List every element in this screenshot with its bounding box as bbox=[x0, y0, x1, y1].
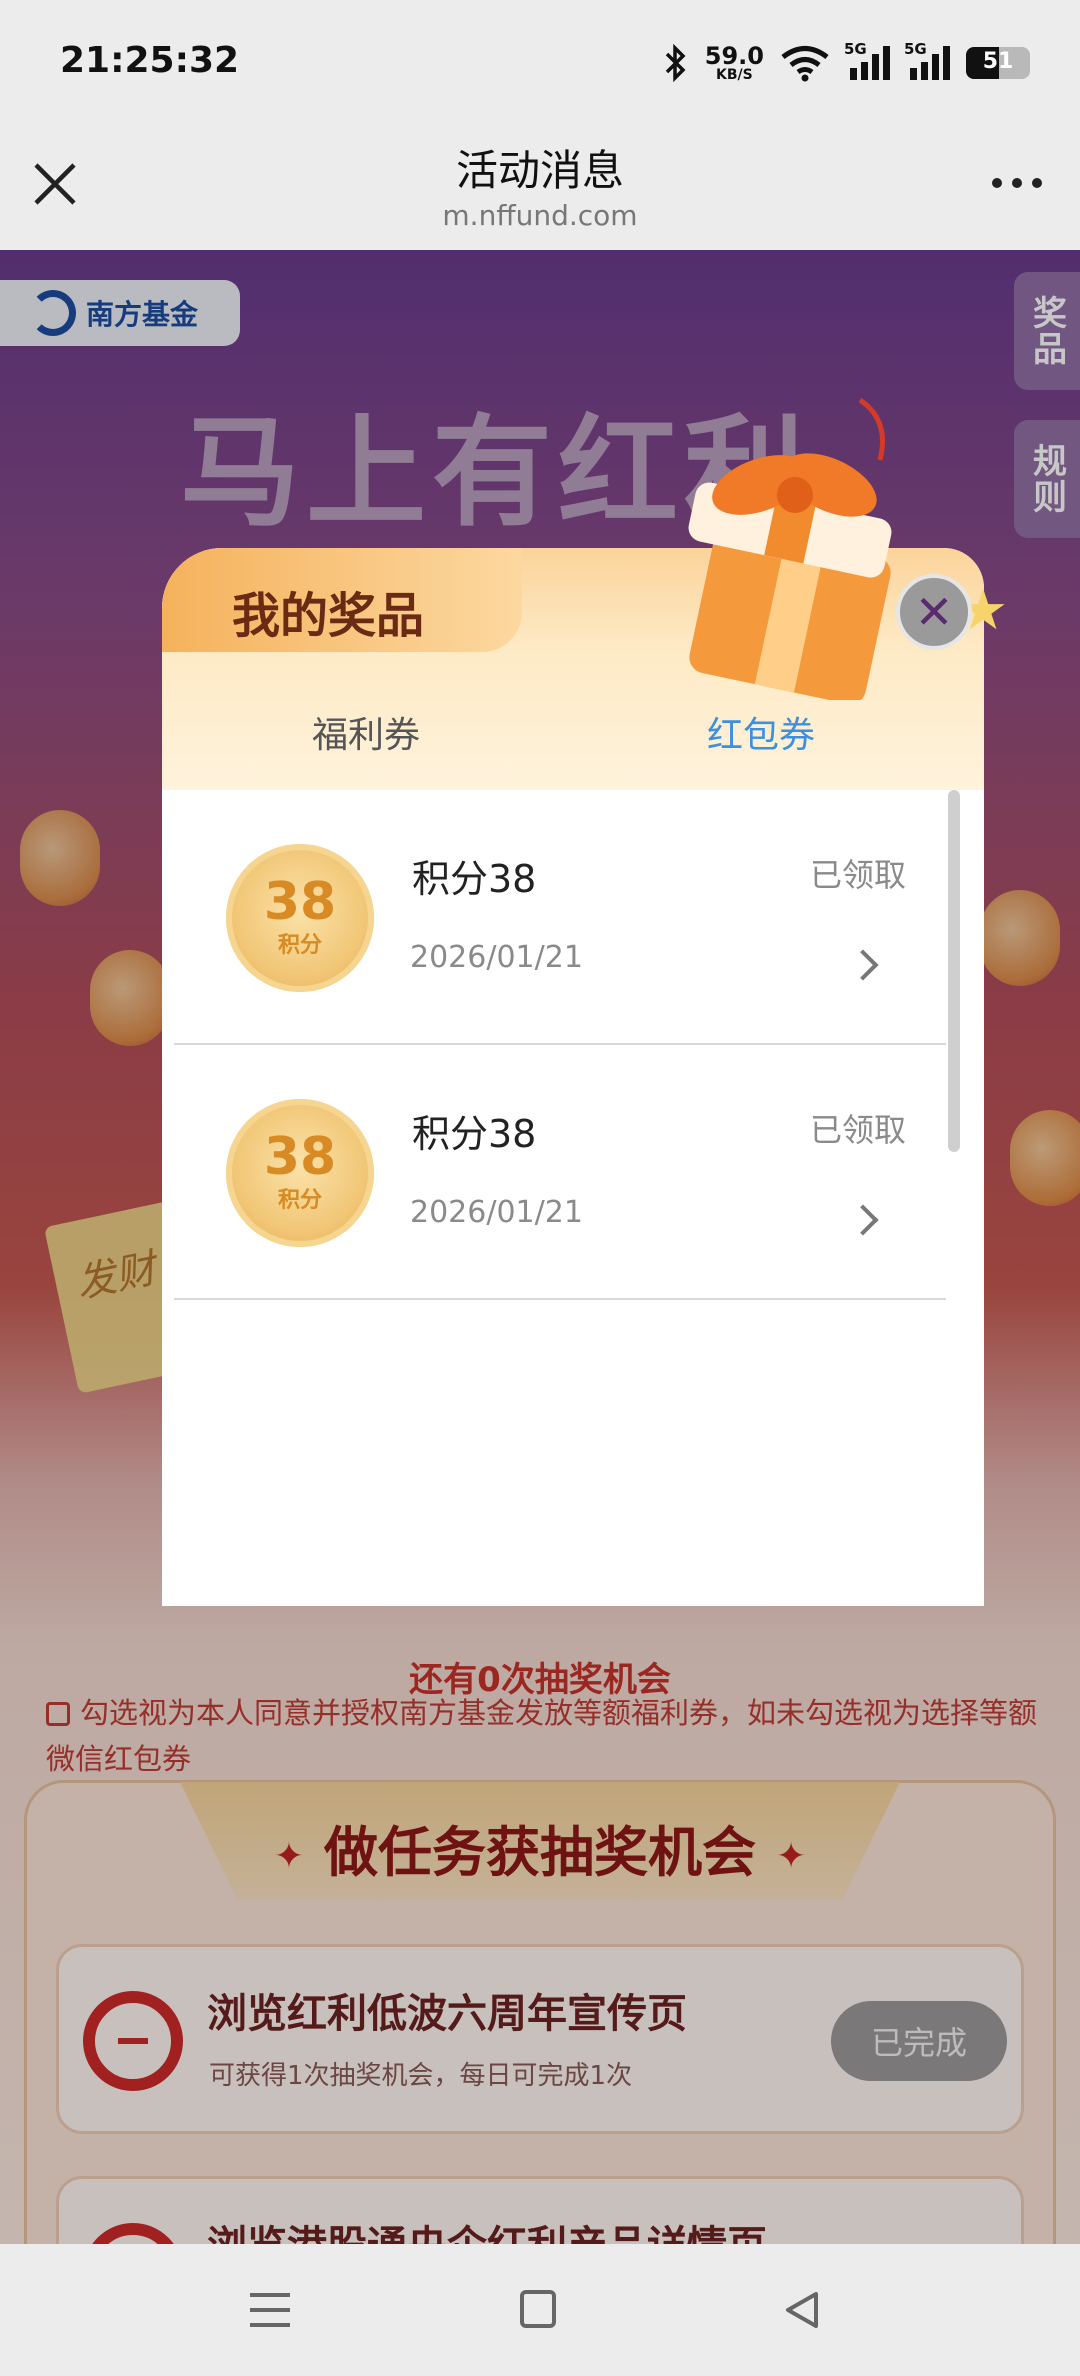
my-prizes-modal: 我的奖品 福利券 红包券 38 积分 积分38 2026/01/21 已领取 3… bbox=[162, 548, 984, 1606]
menu-icon[interactable] bbox=[250, 2290, 290, 2330]
bluetooth-icon bbox=[665, 44, 686, 82]
clock: 21:25:32 bbox=[60, 40, 240, 81]
page-title: 活动消息 bbox=[455, 146, 624, 195]
page-url: m.nffund.com bbox=[442, 199, 638, 232]
gift-box-icon bbox=[688, 397, 892, 700]
prize-date: 2026/01/21 bbox=[410, 1195, 583, 1230]
more-options-icon[interactable] bbox=[984, 165, 1050, 201]
status-icons: 59.0 KB/S 5G 5G 51 bbox=[663, 38, 1030, 88]
chevron-right-icon[interactable] bbox=[847, 949, 879, 981]
prize-date: 2026/01/21 bbox=[410, 940, 583, 975]
chevron-right-icon[interactable] bbox=[847, 1204, 879, 1236]
close-icon: ✕ bbox=[914, 585, 954, 639]
modal-title: 我的奖品 bbox=[232, 588, 425, 644]
list-item[interactable]: 38 积分 积分38 2026/01/21 已领取 bbox=[174, 790, 946, 1045]
signal-icon-sim2: 5G bbox=[904, 40, 950, 80]
prize-list: 38 积分 积分38 2026/01/21 已领取 38 积分 积分38 202… bbox=[174, 790, 946, 1300]
wifi-icon bbox=[781, 46, 829, 82]
prize-name: 积分38 bbox=[412, 1112, 537, 1156]
points-coin-icon: 38 积分 bbox=[226, 844, 374, 992]
home-icon[interactable] bbox=[520, 2290, 556, 2328]
prize-status: 已领取 bbox=[809, 1111, 906, 1149]
signal-icon-sim1: 5G bbox=[844, 40, 890, 80]
browser-title-bar: 活动消息 m.nffund.com bbox=[0, 125, 1080, 250]
battery-icon: 51 bbox=[966, 47, 1030, 79]
prize-status: 已领取 bbox=[809, 856, 906, 894]
status-bar: 21:25:32 59.0 KB/S 5G 5G 51 bbox=[0, 0, 1080, 125]
tab-welfare-coupon[interactable]: 福利券 bbox=[312, 706, 420, 758]
prize-name: 积分38 bbox=[412, 857, 537, 901]
system-nav-bar bbox=[0, 2244, 1080, 2376]
points-coin-icon: 38 积分 bbox=[226, 1099, 374, 1247]
list-scrollbar[interactable] bbox=[948, 790, 960, 1152]
back-icon[interactable] bbox=[780, 2288, 824, 2332]
modal-close-button[interactable]: ✕ bbox=[896, 574, 972, 650]
tab-red-packet-coupon[interactable]: 红包券 bbox=[707, 706, 815, 758]
network-speed: 59.0 KB/S bbox=[704, 42, 764, 83]
list-item[interactable]: 38 积分 积分38 2026/01/21 已领取 bbox=[174, 1045, 946, 1300]
